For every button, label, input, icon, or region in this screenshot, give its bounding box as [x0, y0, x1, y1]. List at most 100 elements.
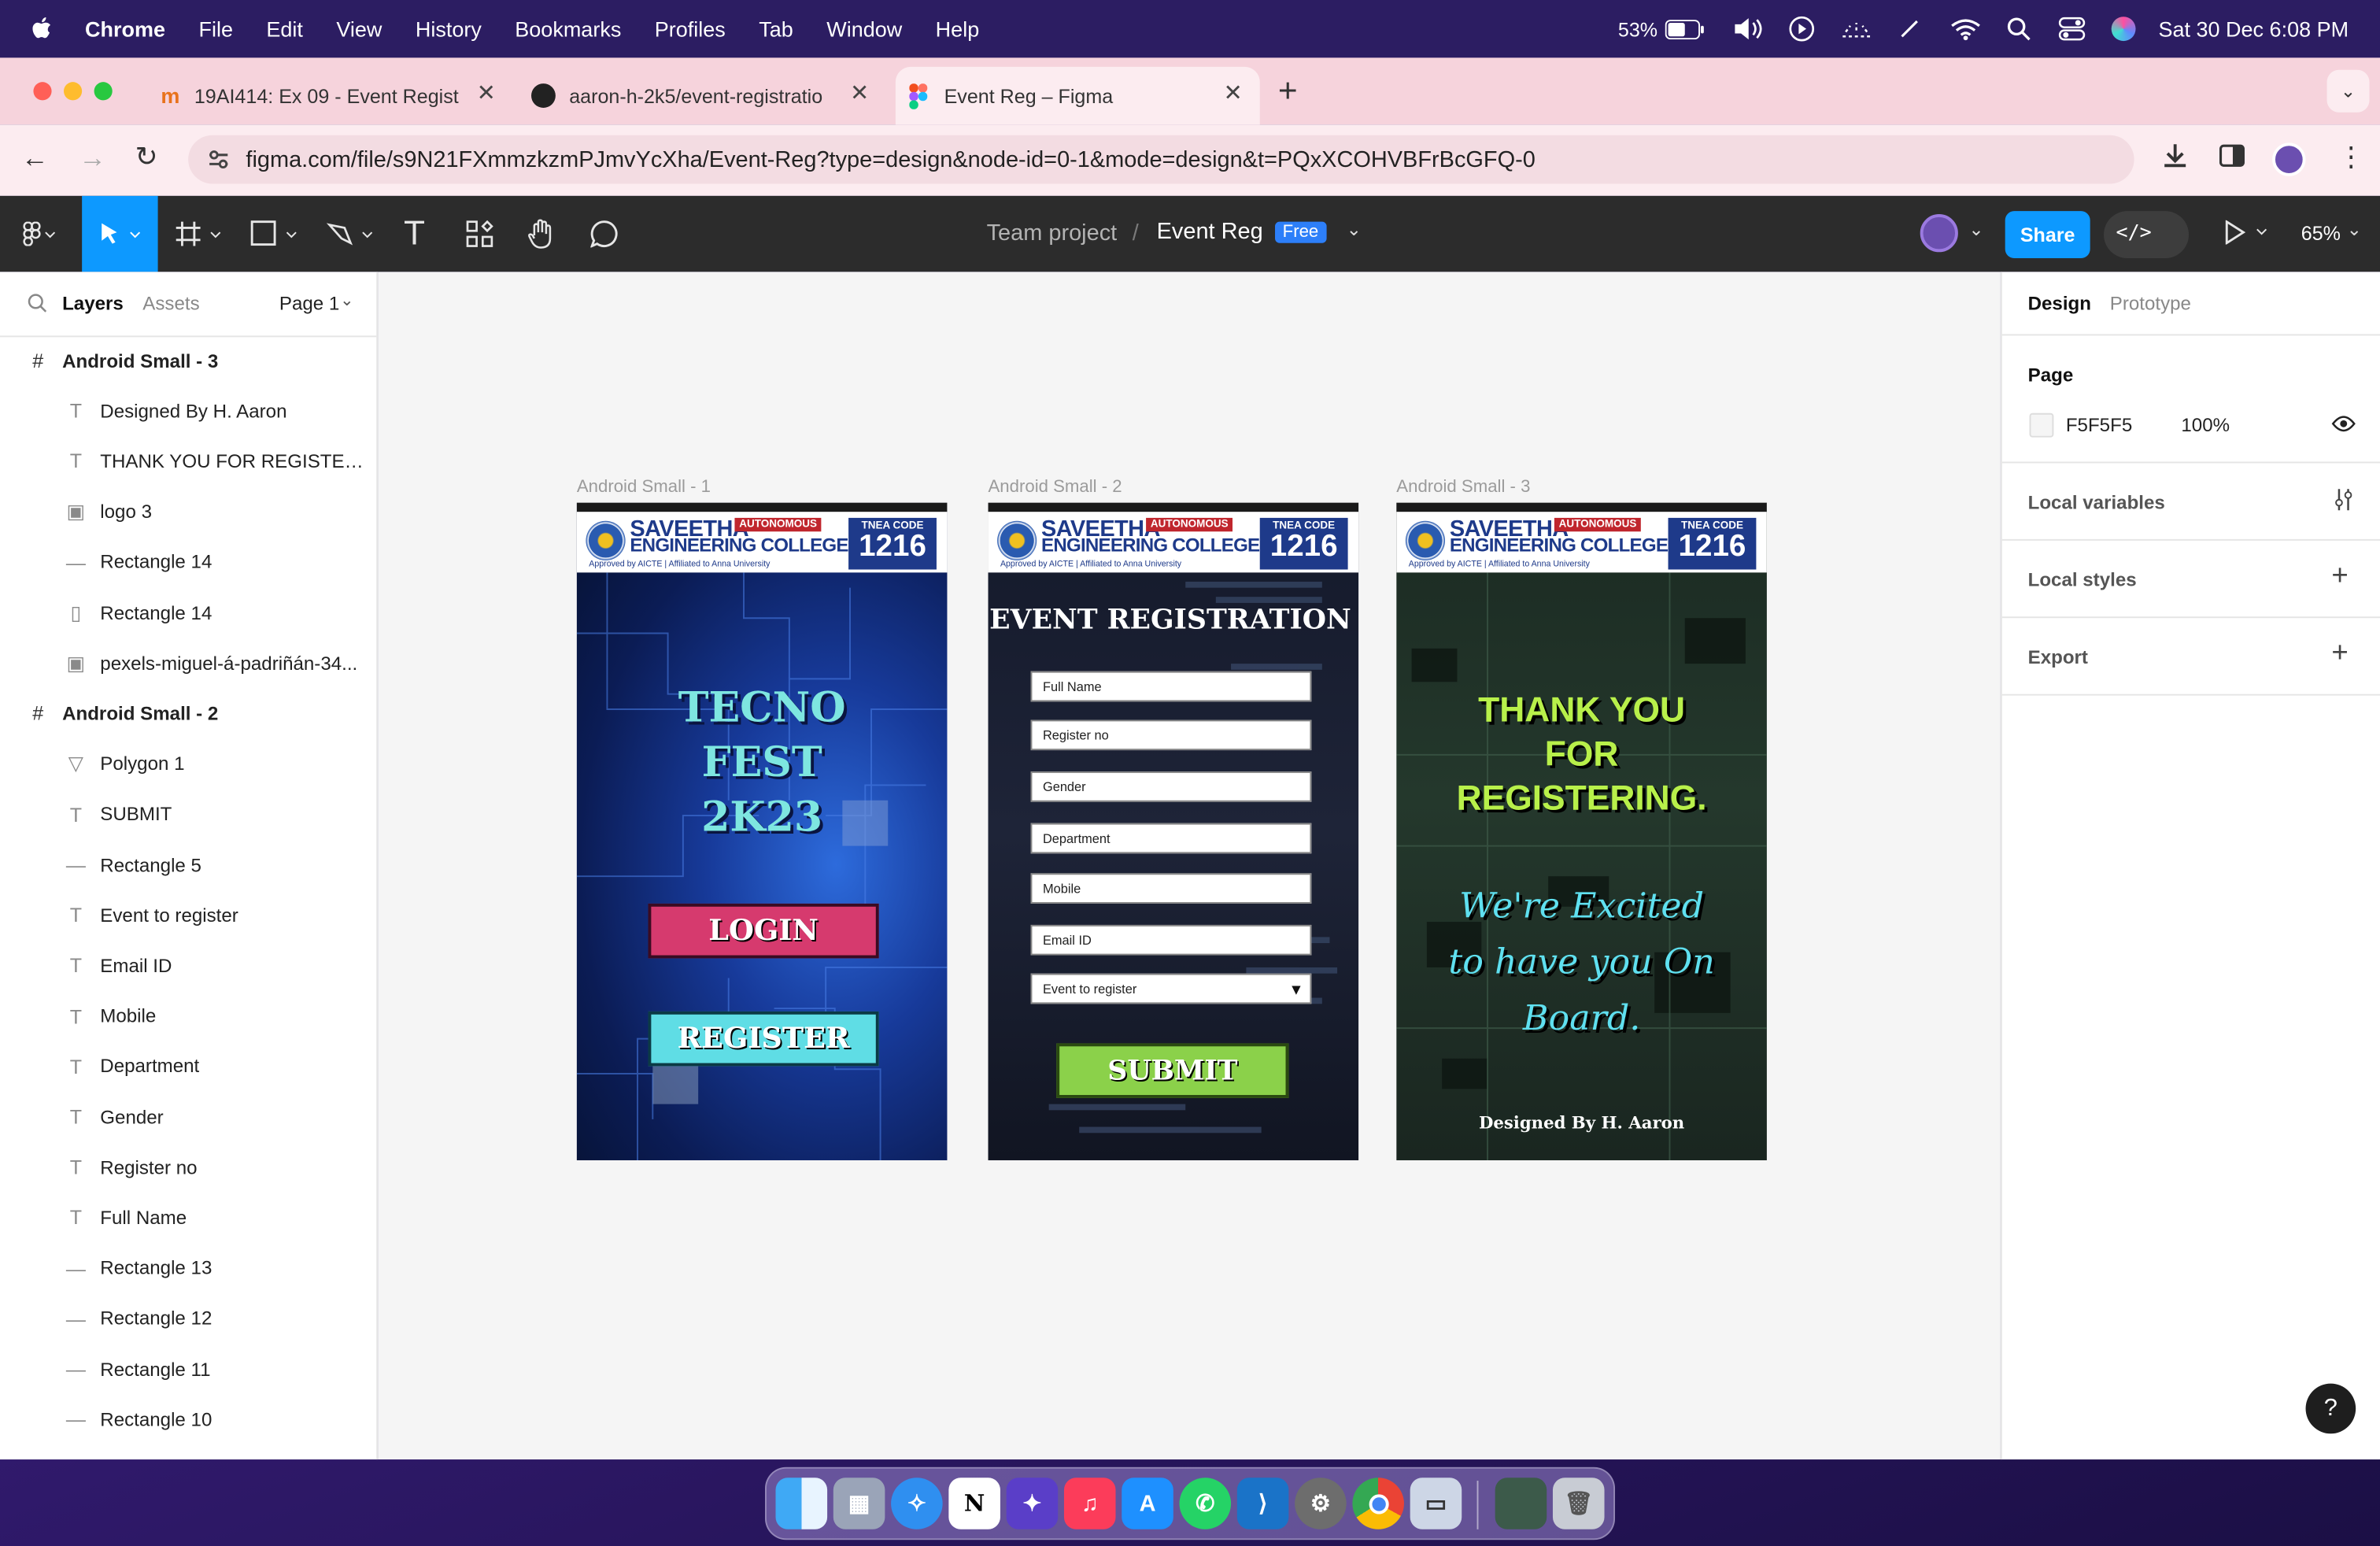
- form-input[interactable]: Email ID: [1030, 924, 1312, 956]
- file-name[interactable]: Event Reg: [1157, 219, 1263, 245]
- form-input[interactable]: Department: [1030, 823, 1312, 854]
- dropdown-triangle-icon[interactable]: ▼: [1288, 982, 1303, 999]
- design-canvas[interactable]: Android Small - 1 Android Small - 2 Andr…: [378, 272, 2001, 1460]
- clock[interactable]: Sat 30 Dec 6:08 PM: [2158, 0, 2349, 57]
- forward-icon[interactable]: →: [79, 142, 106, 175]
- eye-icon[interactable]: [2331, 415, 2356, 438]
- menu-history[interactable]: History: [416, 17, 482, 41]
- recent-image-icon[interactable]: [1495, 1478, 1547, 1529]
- layer-row[interactable]: ▯ Rectangle 14: [0, 588, 376, 638]
- menu-profiles[interactable]: Profiles: [655, 17, 726, 41]
- address-bar[interactable]: figma.com/file/s9N21FXmmzkzmPJmvYcXha/Ev…: [188, 135, 2134, 184]
- page-chevron-icon[interactable]: ⌄: [340, 290, 354, 309]
- layer-row[interactable]: T Mobile: [0, 991, 376, 1041]
- hand-tool-icon[interactable]: [522, 196, 561, 272]
- menu-file[interactable]: File: [198, 17, 233, 41]
- comment-tool-icon[interactable]: [585, 196, 624, 272]
- search-icon[interactable]: [2007, 0, 2031, 57]
- local-styles-section[interactable]: Local styles +: [2001, 541, 2380, 619]
- wifi-icon[interactable]: [1950, 0, 1981, 57]
- dev-mode-toggle[interactable]: </>: [2104, 211, 2190, 258]
- chrome-menu-icon[interactable]: ⋮: [2338, 141, 2365, 173]
- layer-row[interactable]: T Full Name: [0, 1193, 376, 1243]
- menu-window[interactable]: Window: [826, 17, 902, 41]
- creative-app-icon[interactable]: ✦: [1006, 1478, 1059, 1529]
- layer-row[interactable]: T Designed By H. Aaron: [0, 386, 376, 436]
- siri-icon[interactable]: [2111, 0, 2136, 57]
- close-window-button[interactable]: [33, 82, 52, 101]
- menu-tab[interactable]: Tab: [759, 17, 793, 41]
- chrome-icon[interactable]: [1352, 1478, 1404, 1529]
- menu-help[interactable]: Help: [936, 17, 980, 41]
- layer-row[interactable]: ▣ logo 3: [0, 487, 376, 538]
- reload-icon[interactable]: ↻: [135, 141, 158, 173]
- project-name[interactable]: Team project: [987, 220, 1118, 246]
- volume-icon[interactable]: [1732, 0, 1763, 57]
- safari-icon[interactable]: ✧: [891, 1478, 943, 1529]
- login-button[interactable]: LOGIN: [648, 903, 879, 959]
- register-button[interactable]: REGISTER: [648, 1011, 879, 1067]
- file-menu-chevron-icon[interactable]: ⌄: [1347, 219, 1362, 240]
- layer-row[interactable]: T Event to register: [0, 890, 376, 941]
- local-variables-section[interactable]: Local variables: [2001, 463, 2380, 541]
- tab-layers[interactable]: Layers: [62, 293, 124, 314]
- layer-row[interactable]: T Department: [0, 1041, 376, 1092]
- layer-row[interactable]: # Android Small - 3: [0, 335, 376, 386]
- vscode-icon[interactable]: ⟩: [1236, 1478, 1289, 1529]
- app-store-icon[interactable]: A: [1122, 1478, 1173, 1529]
- menu-bookmarks[interactable]: Bookmarks: [515, 17, 621, 41]
- page-opacity-value[interactable]: 100%: [2181, 415, 2230, 436]
- event-dropdown[interactable]: Event to register: [1030, 973, 1312, 1004]
- browser-tab-2[interactable]: aaron-h-2k5/event-registratio ✕: [522, 67, 883, 124]
- launchpad-icon[interactable]: ▦: [833, 1478, 885, 1529]
- page-color-value[interactable]: F5F5F5: [2066, 415, 2132, 436]
- tab-design[interactable]: Design: [2028, 293, 2091, 314]
- menu-edit[interactable]: Edit: [266, 17, 303, 41]
- trash-icon[interactable]: 🗑: [1552, 1478, 1605, 1529]
- form-input[interactable]: Gender: [1030, 771, 1312, 802]
- menu-chrome[interactable]: Chrome: [85, 17, 165, 41]
- tab-assets[interactable]: Assets: [142, 293, 199, 314]
- zoom-chevron-icon[interactable]: ⌄: [2347, 219, 2362, 240]
- text-tool-icon[interactable]: T: [394, 196, 434, 272]
- layer-row[interactable]: T Gender: [0, 1092, 376, 1142]
- download-icon[interactable]: [2161, 142, 2189, 177]
- preview-icon[interactable]: ▭: [1410, 1478, 1462, 1529]
- music-icon[interactable]: ♫: [1063, 1478, 1116, 1529]
- layer-row[interactable]: — Rectangle 14: [0, 538, 376, 588]
- zoom-level[interactable]: 65%: [2301, 222, 2341, 245]
- layer-row[interactable]: — Rectangle 12: [0, 1293, 376, 1344]
- zoom-window-button[interactable]: [94, 82, 113, 101]
- menu-view[interactable]: View: [336, 17, 382, 41]
- form-input[interactable]: Register no: [1030, 719, 1312, 751]
- layer-row[interactable]: — Rectangle 11: [0, 1344, 376, 1394]
- back-icon[interactable]: ←: [21, 142, 49, 175]
- form-input[interactable]: Mobile: [1030, 873, 1312, 904]
- new-tab-icon[interactable]: +: [1278, 72, 1298, 111]
- layer-row[interactable]: T Register no: [0, 1142, 376, 1193]
- form-input[interactable]: Full Name: [1030, 671, 1312, 702]
- network-activity-icon[interactable]: [1839, 0, 1872, 57]
- submit-button[interactable]: SUBMIT: [1056, 1043, 1289, 1098]
- system-settings-icon[interactable]: ⚙: [1295, 1478, 1347, 1529]
- browser-tab-3[interactable]: Event Reg – Figma ✕: [895, 66, 1260, 125]
- minimize-window-button[interactable]: [64, 82, 83, 101]
- add-export-icon[interactable]: +: [2331, 638, 2348, 671]
- control-center-icon[interactable]: [2058, 0, 2086, 57]
- export-section[interactable]: Export +: [2001, 618, 2380, 696]
- layer-row[interactable]: T SUBMIT: [0, 790, 376, 840]
- frame-label-3[interactable]: Android Small - 3: [1396, 479, 1530, 497]
- pen-icon[interactable]: [1898, 0, 1922, 57]
- frame-label-2[interactable]: Android Small - 2: [989, 479, 1122, 497]
- tab-search-icon[interactable]: ⌄: [2326, 69, 2370, 113]
- add-style-icon[interactable]: +: [2331, 560, 2348, 594]
- resources-icon[interactable]: [460, 196, 499, 272]
- frame-android-small-1[interactable]: SAVEETHA AUTONOMOUS ENGINEERING COLLEGE …: [576, 502, 948, 1160]
- close-tab-icon[interactable]: ✕: [850, 79, 869, 106]
- search-layers-icon[interactable]: [28, 293, 47, 320]
- layer-row[interactable]: T Email ID: [0, 941, 376, 991]
- user-avatar[interactable]: [1920, 214, 1958, 253]
- layer-row[interactable]: — Rectangle 13: [0, 1243, 376, 1293]
- battery-icon[interactable]: [1665, 0, 1705, 57]
- close-tab-icon[interactable]: ✕: [1223, 79, 1242, 106]
